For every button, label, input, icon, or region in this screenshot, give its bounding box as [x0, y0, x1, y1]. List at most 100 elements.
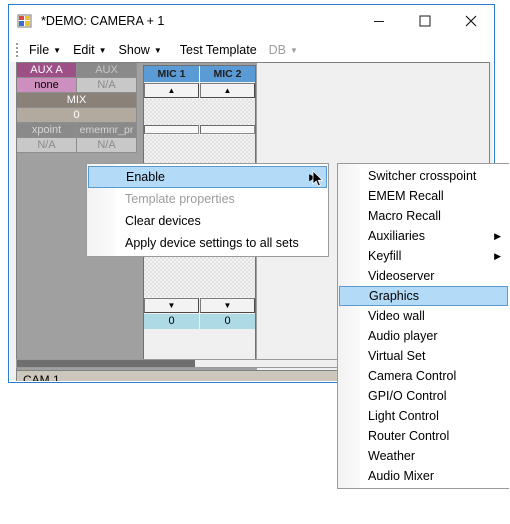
- submenu-item-macro-recall[interactable]: Macro Recall: [338, 206, 509, 226]
- submenu-item-auxiliaries[interactable]: Auxiliaries ▶: [338, 226, 509, 246]
- submenu-item-weather-label: Weather: [368, 449, 416, 463]
- submenu-item-weather[interactable]: Weather: [338, 446, 509, 466]
- mic-header-row: MIC 1 MIC 2: [144, 66, 255, 82]
- mic-value-row: 0 0: [144, 314, 255, 329]
- context-menu-item-apply-device-settings[interactable]: Apply device settings to all sets: [87, 232, 328, 254]
- submenu-item-camera-control[interactable]: Camera Control: [338, 366, 509, 386]
- menu-item-file-label: File: [29, 42, 50, 57]
- chevron-down-icon: ▼: [290, 45, 298, 55]
- grid-row: 0: [17, 108, 137, 123]
- submenu-item-graphics[interactable]: Graphics: [339, 286, 508, 306]
- submenu-item-switcher-crosspoint-label: Switcher crosspoint: [368, 169, 477, 183]
- mic-2-down-button[interactable]: ▼: [200, 298, 255, 313]
- context-menu-item-apply-device-settings-label: Apply device settings to all sets: [125, 236, 299, 250]
- menu-item-test-template[interactable]: Test Template: [174, 38, 263, 61]
- cell-aux-header[interactable]: AUX: [77, 63, 137, 78]
- menu-item-show[interactable]: Show ▼: [113, 38, 168, 61]
- minimize-button[interactable]: [356, 6, 402, 36]
- submenu-item-macro-recall-label: Macro Recall: [368, 209, 441, 223]
- mic-1-down-button[interactable]: ▼: [144, 298, 199, 313]
- cell-xpoint-header[interactable]: xpoint: [17, 123, 77, 138]
- maximize-button[interactable]: [402, 6, 448, 36]
- mic-1-title[interactable]: MIC 1: [144, 66, 199, 82]
- menu-item-db-label: DB: [268, 42, 287, 57]
- grid-row: MIX: [17, 93, 137, 108]
- submenu-item-light-control[interactable]: Light Control: [338, 406, 509, 426]
- submenu-item-router-control-label: Router Control: [368, 429, 450, 443]
- mic-2-up-button[interactable]: ▲: [200, 83, 255, 98]
- enable-submenu: Switcher crosspoint EMEM Recall Macro Re…: [337, 163, 509, 489]
- mic-slider-row: [144, 125, 255, 134]
- cell-mix-value[interactable]: 0: [17, 108, 137, 123]
- mic-1-slider[interactable]: [144, 125, 199, 134]
- close-icon: [465, 15, 477, 27]
- submenu-item-video-wall[interactable]: Video wall: [338, 306, 509, 326]
- menu-item-edit-label: Edit: [73, 42, 95, 57]
- menu-item-show-label: Show: [118, 42, 150, 57]
- context-menu-item-clear-devices[interactable]: Clear devices: [87, 210, 328, 232]
- grid-row: N/A N/A: [17, 138, 137, 153]
- submenu-item-emem-recall-label: EMEM Recall: [368, 189, 444, 203]
- submenu-item-virtual-set-label: Virtual Set: [368, 349, 426, 363]
- submenu-item-audio-mixer[interactable]: Audio Mixer: [338, 466, 509, 486]
- window-title: *DEMO: CAMERA + 1: [41, 14, 165, 28]
- triangle-down-icon: ▼: [167, 300, 176, 310]
- submenu-arrow-icon: ▶: [309, 171, 316, 182]
- mic-up-button-row: ▲ ▲: [144, 83, 255, 98]
- cell-ememnr-value[interactable]: N/A: [77, 138, 137, 153]
- cell-mix-header[interactable]: MIX: [17, 93, 137, 108]
- aux-mix-grid: AUX A AUX none N/A MIX 0 xpoint ememnr_p…: [17, 63, 137, 153]
- context-menu-item-template-properties[interactable]: Template properties: [87, 188, 328, 210]
- submenu-item-gpio-control-label: GPI/O Control: [368, 389, 447, 403]
- menu-item-file[interactable]: File ▼: [23, 38, 67, 61]
- submenu-item-videoserver[interactable]: Videoserver: [338, 266, 509, 286]
- mic-2-value[interactable]: 0: [200, 314, 255, 329]
- menu-item-test-template-label: Test Template: [179, 42, 257, 57]
- triangle-up-icon: ▲: [223, 85, 232, 95]
- submenu-item-router-control[interactable]: Router Control: [338, 426, 509, 446]
- submenu-item-virtual-set[interactable]: Virtual Set: [338, 346, 509, 366]
- cell-aux-value[interactable]: N/A: [77, 78, 137, 93]
- mic-1-up-button[interactable]: ▲: [144, 83, 199, 98]
- submenu-item-graphics-label: Graphics: [369, 289, 420, 303]
- context-menu-item-enable[interactable]: Enable ▶: [88, 166, 327, 188]
- submenu-item-camera-control-label: Camera Control: [368, 369, 457, 383]
- grid-row: AUX A AUX: [17, 63, 137, 78]
- cell-ememnr-header[interactable]: ememnr_pr: [77, 123, 137, 138]
- chevron-down-icon: ▼: [98, 45, 107, 55]
- context-menu: Enable ▶ Template properties Clear devic…: [86, 163, 329, 257]
- menu-grip-handle[interactable]: [13, 42, 20, 58]
- mic-upper-fill: [144, 99, 255, 125]
- submenu-arrow-icon: ▶: [494, 230, 501, 241]
- submenu-item-switcher-crosspoint[interactable]: Switcher crosspoint: [338, 166, 509, 186]
- context-menu-item-enable-label: Enable: [126, 170, 165, 184]
- cell-xpoint-value[interactable]: N/A: [17, 138, 77, 153]
- scrollbar-thumb[interactable]: [17, 360, 195, 367]
- triangle-up-icon: ▲: [167, 85, 176, 95]
- cell-aux-a-value[interactable]: none: [17, 78, 77, 93]
- submenu-item-audio-player[interactable]: Audio player: [338, 326, 509, 346]
- submenu-item-light-control-label: Light Control: [368, 409, 439, 423]
- mic-2-slider[interactable]: [200, 125, 255, 134]
- triangle-down-icon: ▼: [223, 300, 232, 310]
- mic-down-button-row: ▼ ▼: [144, 298, 255, 313]
- chevron-down-icon: ▼: [53, 45, 62, 55]
- menu-bar: File ▼ Edit ▼ Show ▼ Test Template DB ▼: [9, 37, 494, 62]
- mic-2-title[interactable]: MIC 2: [200, 66, 255, 82]
- close-button[interactable]: [448, 6, 494, 36]
- submenu-item-auxiliaries-label: Auxiliaries: [368, 229, 425, 243]
- maximize-icon: [419, 15, 431, 27]
- cell-aux-a-header[interactable]: AUX A: [17, 63, 77, 78]
- menu-item-edit[interactable]: Edit ▼: [67, 38, 112, 61]
- cam-label: CAM 1: [23, 372, 60, 382]
- submenu-item-audio-player-label: Audio player: [368, 329, 438, 343]
- submenu-item-keyfill-label: Keyfill: [368, 249, 402, 263]
- submenu-item-emem-recall[interactable]: EMEM Recall: [338, 186, 509, 206]
- minimize-icon: [374, 21, 384, 22]
- menu-item-db[interactable]: DB ▼: [263, 38, 304, 61]
- submenu-item-video-wall-label: Video wall: [368, 309, 425, 323]
- submenu-item-keyfill[interactable]: Keyfill ▶: [338, 246, 509, 266]
- mic-1-value[interactable]: 0: [144, 314, 199, 329]
- submenu-item-gpio-control[interactable]: GPI/O Control: [338, 386, 509, 406]
- title-bar: *DEMO: CAMERA + 1: [9, 5, 494, 37]
